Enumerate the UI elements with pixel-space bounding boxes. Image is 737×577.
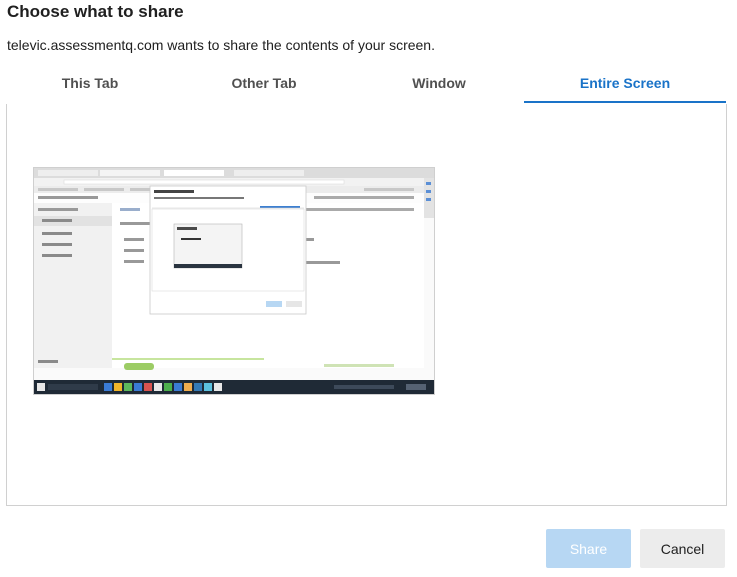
cancel-button[interactable]: Cancel (640, 529, 725, 568)
tab-entire-screen[interactable]: Entire Screen (524, 70, 726, 103)
dialog-subtitle: televic.assessmentq.com wants to share t… (7, 37, 435, 53)
share-source-tabs: This Tab Other Tab Window Entire Screen (6, 70, 727, 105)
tab-other-tab[interactable]: Other Tab (174, 70, 354, 103)
tab-this-tab[interactable]: This Tab (6, 70, 174, 103)
share-button[interactable]: Share (546, 529, 631, 568)
entire-screen-thumbnail[interactable] (33, 167, 435, 395)
dialog-title: Choose what to share (7, 2, 184, 21)
tab-window[interactable]: Window (354, 70, 524, 103)
desktop-screenshot-icon (34, 168, 434, 394)
screen-preview-panel (6, 104, 727, 506)
